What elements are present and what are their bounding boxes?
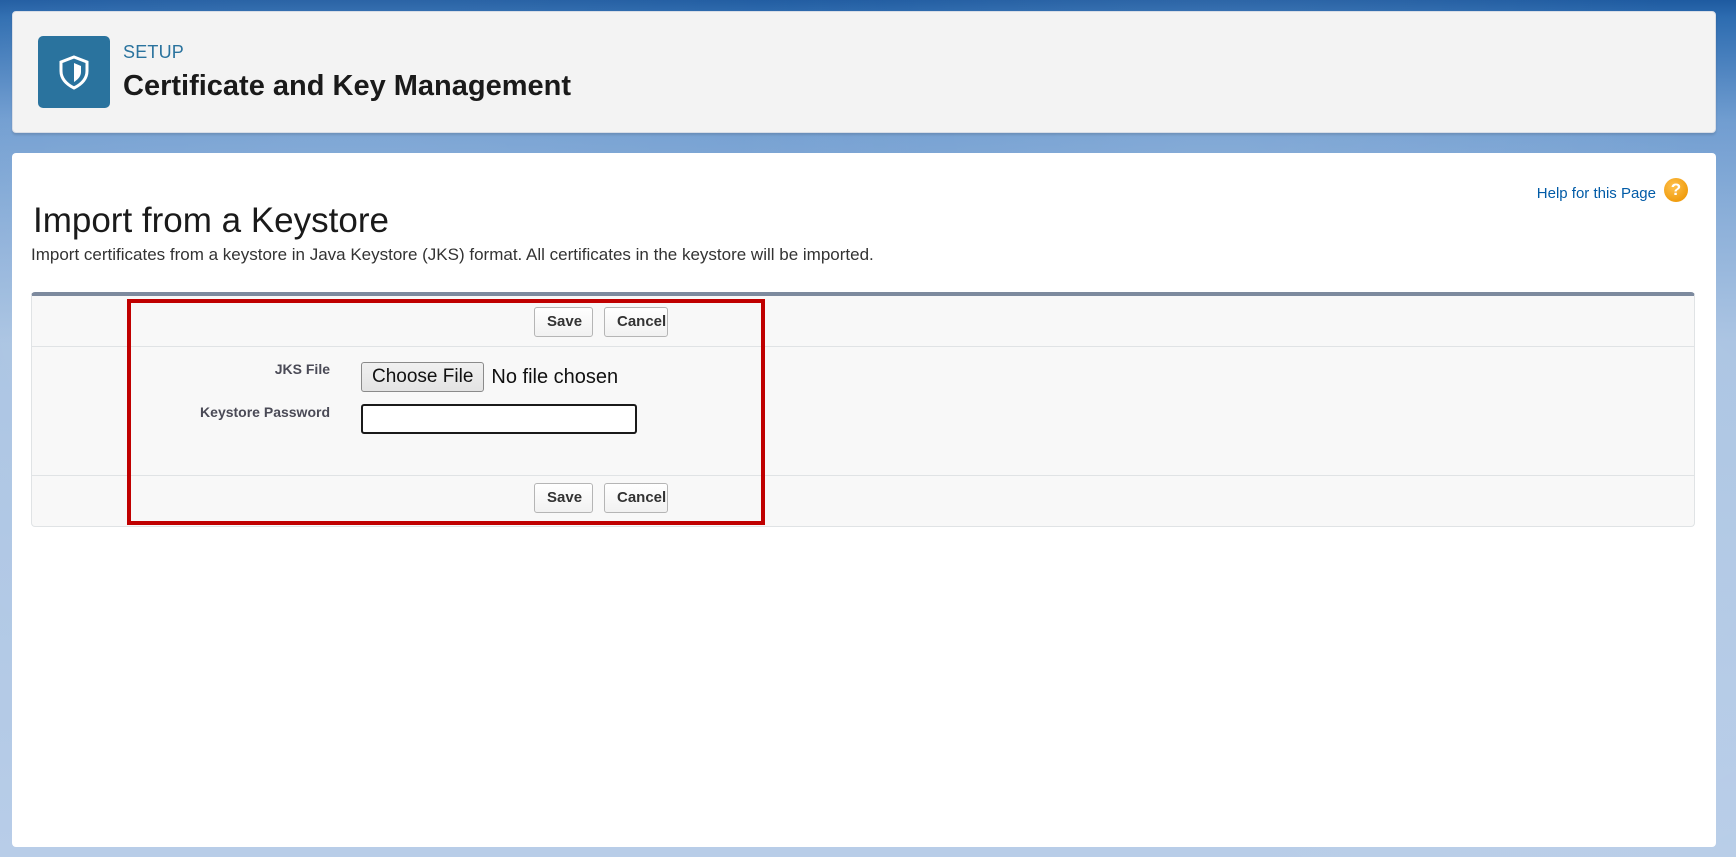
setup-eyebrow: SETUP [123, 42, 185, 62]
cancel-button-top[interactable]: Cancel [604, 307, 668, 337]
save-button-top[interactable]: Save [534, 307, 593, 337]
save-button-bottom[interactable]: Save [534, 483, 593, 513]
top-button-row: Save Cancel [32, 296, 1694, 347]
setup-header: SETUP Certificate and Key Management [12, 11, 1716, 133]
jks-file-label: JKS File [274, 361, 330, 377]
import-keystore-form: Save Cancel JKS File Choose File No file… [31, 292, 1695, 527]
keystore-password-label: Keystore Password [200, 404, 330, 420]
help-icon[interactable]: ? [1664, 178, 1688, 202]
page-title: Import from a Keystore [33, 201, 389, 241]
keystore-password-input[interactable] [361, 404, 637, 434]
jks-file-input[interactable]: Choose File No file chosen [361, 362, 618, 392]
help-link[interactable]: Help for this Page [1537, 185, 1656, 202]
main-content: Import from a Keystore Help for this Pag… [12, 153, 1716, 847]
choose-file-button[interactable]: Choose File [361, 362, 485, 392]
file-status-text: No file chosen [491, 365, 619, 388]
header-title: Certificate and Key Management [123, 70, 572, 102]
cancel-button-bottom[interactable]: Cancel [604, 483, 668, 513]
shield-icon [38, 36, 110, 108]
bottom-button-row: Save Cancel [32, 475, 1694, 526]
page-description: Import certificates from a keystore in J… [31, 245, 874, 264]
